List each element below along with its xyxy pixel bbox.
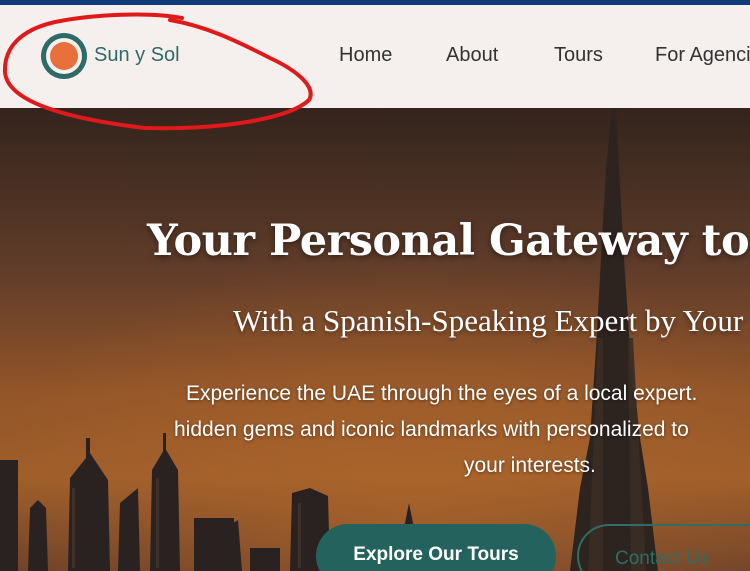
city-skyline-background: [0, 108, 750, 571]
site-header: Sun y Sol Home About Tours For Agencies: [0, 5, 750, 108]
nav-about[interactable]: About: [446, 44, 498, 67]
hero-subheadline: With a Spanish-Speaking Expert by Your S…: [233, 303, 750, 338]
hero-description: Experience the UAE through the eyes of a…: [160, 376, 750, 484]
hero-description-line-2: hidden gems and iconic landmarks with pe…: [174, 418, 689, 441]
logo-icon[interactable]: [40, 32, 88, 80]
nav-for-agencies[interactable]: For Agencies: [655, 44, 750, 67]
contact-us-button[interactable]: Contact Us: [577, 524, 750, 571]
hero-description-line-3: your interests.: [464, 454, 596, 477]
brand-name[interactable]: Sun y Sol: [94, 44, 180, 67]
explore-tours-button[interactable]: Explore Our Tours: [316, 524, 556, 571]
hero-description-line-1: Experience the UAE through the eyes of a…: [186, 382, 698, 405]
nav-home[interactable]: Home: [339, 44, 392, 67]
hero-section: Your Personal Gateway to the UAE With a …: [0, 108, 750, 571]
hero-headline: Your Personal Gateway to the UAE: [147, 216, 750, 266]
nav-tours[interactable]: Tours: [554, 44, 603, 67]
